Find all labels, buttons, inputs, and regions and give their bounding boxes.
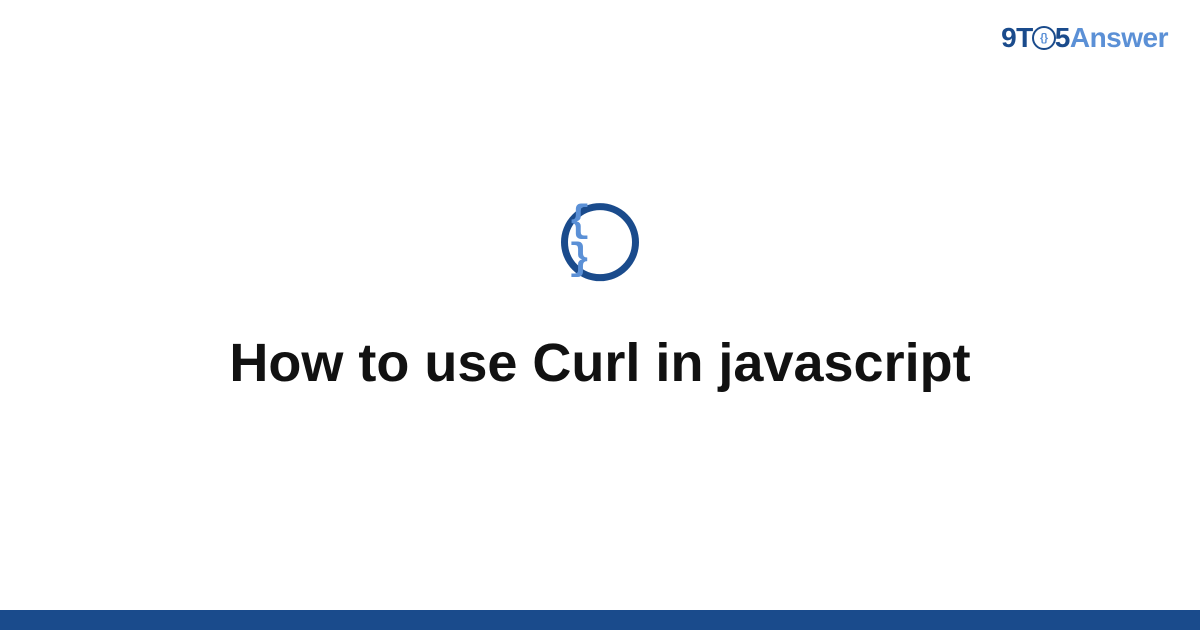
main-content: { } How to use Curl in javascript — [0, 203, 1200, 396]
footer-accent-bar — [0, 610, 1200, 630]
brand-text-9t: 9T — [1001, 22, 1033, 53]
topic-icon-circle: { } — [561, 203, 639, 281]
brand-logo-circle-icon — [1032, 26, 1056, 50]
code-braces-icon: { } — [568, 203, 632, 279]
brand-logo: 9T 5Answer — [1001, 22, 1168, 54]
brand-text-5: 5 — [1055, 22, 1070, 53]
page-title: How to use Curl in javascript — [229, 331, 970, 396]
brand-text-answer: Answer — [1070, 22, 1168, 53]
